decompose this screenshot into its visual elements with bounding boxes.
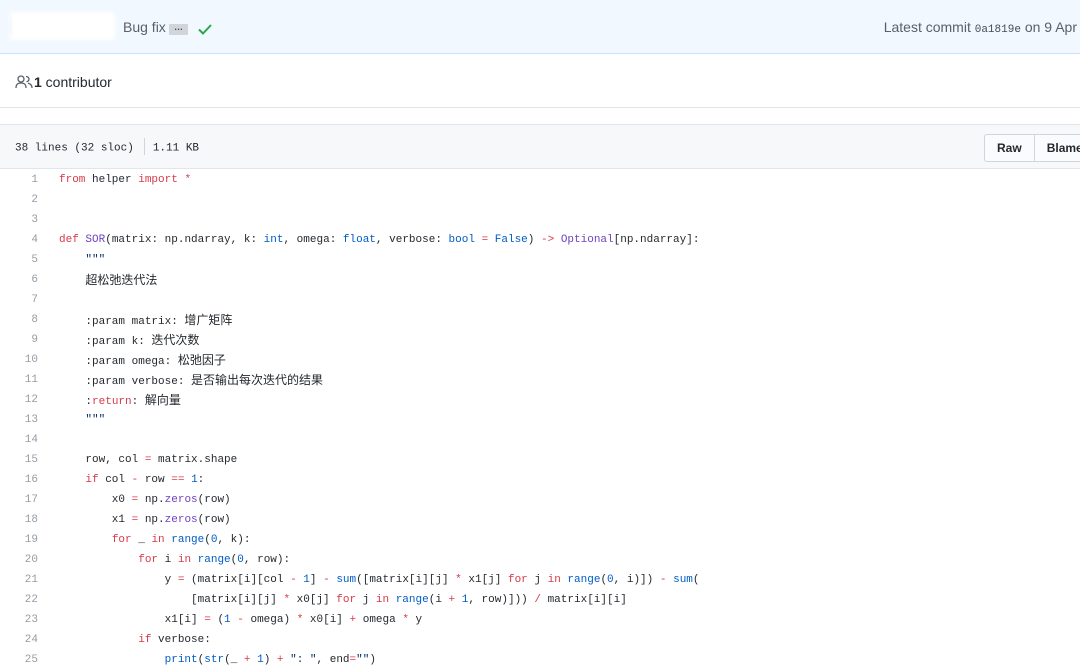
author-name-redacted xyxy=(10,12,115,40)
code-line: 11 :param verbose: 是否输出每次迭代的结果 xyxy=(0,370,1080,390)
file-header: 38 lines (32 sloc) 1.11 KB Raw Blame xyxy=(0,124,1080,169)
line-content: :param k: 迭代次数 xyxy=(59,333,200,348)
code-line: 17 x0 = np.zeros(row) xyxy=(0,490,1080,510)
people-icon xyxy=(15,75,33,89)
line-number[interactable]: 11 xyxy=(0,370,38,390)
line-content: :param omega: 松弛因子 xyxy=(59,353,226,368)
code-line: 5 """ xyxy=(0,250,1080,270)
line-number[interactable]: 23 xyxy=(0,610,38,630)
line-number[interactable]: 8 xyxy=(0,310,38,330)
code-line: 10 :param omega: 松弛因子 xyxy=(0,350,1080,370)
file-info: 38 lines (32 sloc) 1.11 KB xyxy=(15,138,200,156)
contributors-bar: 1 contributor xyxy=(0,54,1080,108)
line-content: :param matrix: 增广矩阵 xyxy=(59,313,233,328)
line-content: """ xyxy=(85,414,106,426)
code-line: 3 xyxy=(0,210,1080,230)
line-number[interactable]: 22 xyxy=(0,590,38,610)
line-number[interactable]: 6 xyxy=(0,270,38,290)
code-line: 15 row, col = matrix.shape xyxy=(0,450,1080,470)
code-line: 16 if col - row == 1: xyxy=(0,470,1080,490)
code-line: 13 """ xyxy=(0,410,1080,430)
code-line: 1 from helper import * xyxy=(0,170,1080,190)
line-number[interactable]: 12 xyxy=(0,390,38,410)
code-line: 22 [matrix[i][j] * x0[j] for j in range(… xyxy=(0,590,1080,610)
blame-button[interactable]: Blame xyxy=(1034,134,1080,162)
line-number[interactable]: 16 xyxy=(0,470,38,490)
line-content: row, col = matrix.shape xyxy=(59,454,238,466)
file-size: 1.11 KB xyxy=(152,142,200,155)
file-actions: Raw Blame xyxy=(984,134,1080,162)
line-number[interactable]: 21 xyxy=(0,570,38,590)
line-number[interactable]: 1 xyxy=(0,170,38,190)
line-content: for i in range(0, row): xyxy=(138,554,291,566)
latest-commit-prefix: Latest commit xyxy=(883,19,975,35)
contributor-label: contributor xyxy=(41,74,112,90)
commit-sha-link[interactable]: 0a1819e xyxy=(975,24,1021,36)
line-content: if col - row == 1: xyxy=(85,474,205,486)
line-number[interactable]: 7 xyxy=(0,290,38,310)
line-content: def SOR(matrix: np.ndarray, k: int, omeg… xyxy=(59,234,700,246)
line-number[interactable]: 25 xyxy=(0,650,38,666)
line-content: print(str(_ + 1) + ": ", end="") xyxy=(164,654,376,666)
line-number[interactable]: 2 xyxy=(0,190,38,210)
line-content: y = (matrix[i][col - 1] - sum([matrix[i]… xyxy=(59,574,700,586)
code-line: 12 :return: 解向量 xyxy=(0,390,1080,410)
line-number[interactable]: 15 xyxy=(0,450,38,470)
latest-commit-bar: Bug fix … Latest commit 0a1819e on 9 Apr xyxy=(0,0,1080,54)
line-number[interactable]: 10 xyxy=(0,350,38,370)
commit-date: on 9 Apr xyxy=(1020,19,1077,35)
line-content: :param verbose: 是否输出每次迭代的结果 xyxy=(59,373,324,388)
line-content: x0 = np.zeros(row) xyxy=(59,494,231,506)
line-content: from helper import * xyxy=(59,174,192,186)
line-number[interactable]: 24 xyxy=(0,630,38,650)
line-number[interactable]: 18 xyxy=(0,510,38,530)
check-icon[interactable] xyxy=(197,21,213,37)
code-line: 8 :param matrix: 增广矩阵 xyxy=(0,310,1080,330)
line-content: for _ in range(0, k): xyxy=(111,534,251,546)
code-line: 9 :param k: 迭代次数 xyxy=(0,330,1080,350)
code-view: 1 from helper import * 2 3 4 def SOR(matrix: … xyxy=(0,170,1080,666)
line-number[interactable]: 3 xyxy=(0,210,38,230)
line-number[interactable]: 19 xyxy=(0,530,38,550)
code-line: 21 y = (matrix[i][col - 1] - sum([matrix… xyxy=(0,570,1080,590)
code-line: 19 for _ in range(0, k): xyxy=(0,530,1080,550)
line-content: 超松弛迭代法 xyxy=(85,273,158,287)
code-line: 14 xyxy=(0,430,1080,450)
contributors-link[interactable]: 1 contributor xyxy=(34,74,112,90)
raw-button[interactable]: Raw xyxy=(984,134,1035,162)
line-content: x1 = np.zeros(row) xyxy=(59,514,231,526)
spacer xyxy=(0,108,1080,124)
commit-message-link[interactable]: Bug fix xyxy=(123,19,166,35)
code-line: 6 超松弛迭代法 xyxy=(0,270,1080,290)
latest-commit-info: Latest commit 0a1819e on 9 Apr xyxy=(884,19,1077,36)
code-line: 23 x1[i] = (1 - omega) * x0[i] + omega *… xyxy=(0,610,1080,630)
code-line: 25 print(str(_ + 1) + ": ", end="") xyxy=(0,650,1080,666)
line-content: x1[i] = (1 - omega) * x0[i] + omega * y xyxy=(59,614,423,626)
code-line: 18 x1 = np.zeros(row) xyxy=(0,510,1080,530)
code-line: 2 xyxy=(0,190,1080,210)
line-content: """ xyxy=(85,254,106,266)
line-number[interactable]: 13 xyxy=(0,410,38,430)
file-lines-info: 38 lines (32 sloc) xyxy=(15,142,134,155)
code-line: 24 if verbose: xyxy=(0,630,1080,650)
code-line: 7 xyxy=(0,290,1080,310)
file-info-divider xyxy=(143,138,145,155)
line-number[interactable]: 4 xyxy=(0,230,38,250)
line-content: [matrix[i][j] * x0[j] for j in range(i +… xyxy=(59,594,627,606)
commit-expand-button[interactable]: … xyxy=(169,23,188,35)
line-number[interactable]: 14 xyxy=(0,430,38,450)
code-line: 20 for i in range(0, row): xyxy=(0,550,1080,570)
line-content: :return: 解向量 xyxy=(59,393,181,408)
line-content: if verbose: xyxy=(138,634,211,646)
line-number[interactable]: 17 xyxy=(0,490,38,510)
code-line: 4 def SOR(matrix: np.ndarray, k: int, ome… xyxy=(0,230,1080,250)
line-number[interactable]: 9 xyxy=(0,330,38,350)
line-number[interactable]: 20 xyxy=(0,550,38,570)
line-number[interactable]: 5 xyxy=(0,250,38,270)
contributor-count: 1 xyxy=(34,74,42,90)
